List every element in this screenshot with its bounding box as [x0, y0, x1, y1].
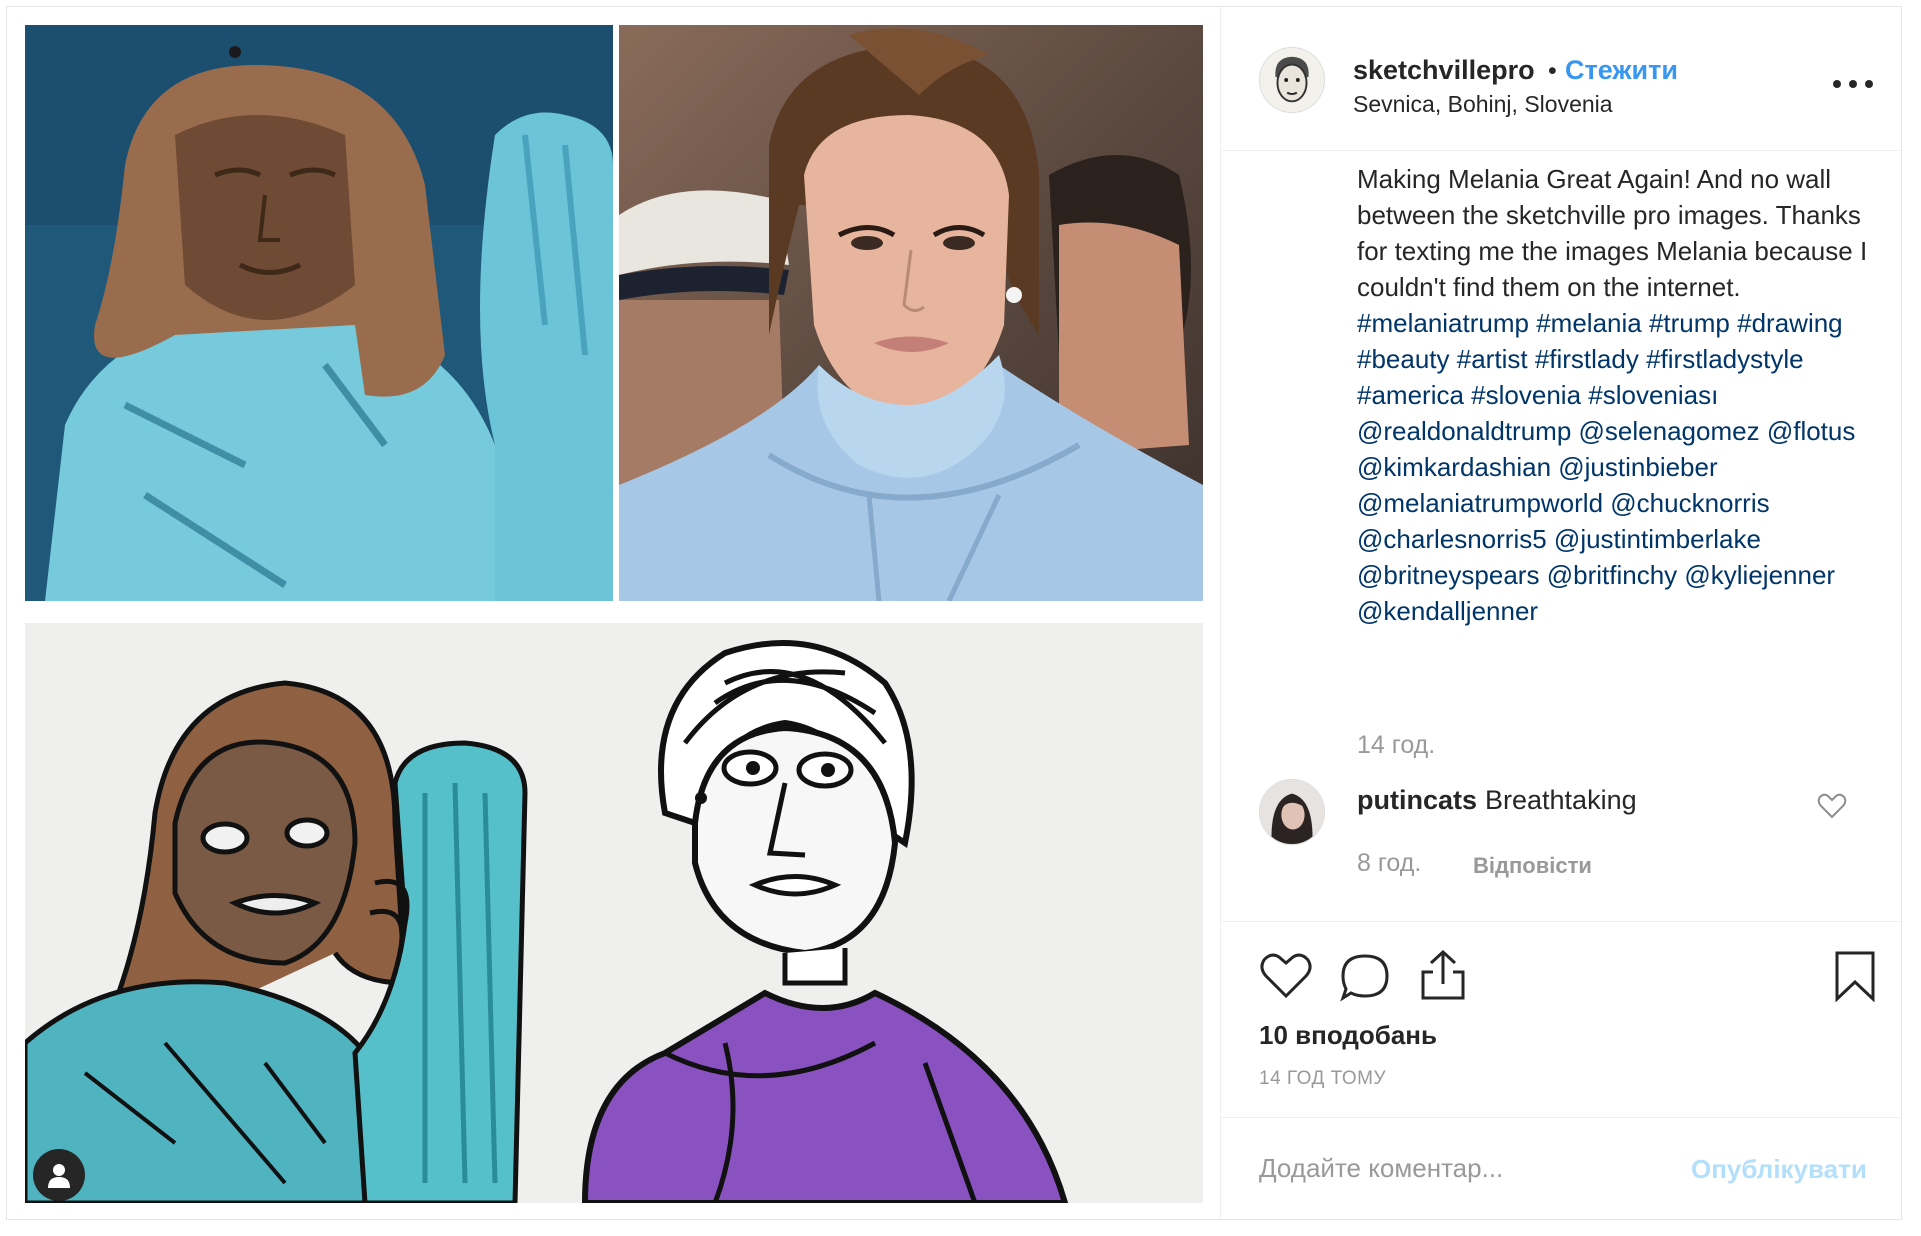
more-options-button[interactable] [1833, 77, 1873, 91]
wooden-statue-photo [25, 25, 613, 601]
caption-timestamp[interactable]: 14 год. [1357, 731, 1435, 760]
save-button[interactable] [1833, 950, 1877, 1002]
hashtag-link[interactable]: #slovenia [1471, 380, 1581, 410]
commenter-avatar[interactable] [1259, 779, 1325, 845]
hashtag-link[interactable]: #artist [1457, 344, 1528, 374]
user-silhouette-icon [48, 1164, 70, 1188]
caption-text: Making Melania Great Again! And no wall … [1357, 164, 1868, 302]
caption-hashtags: #melaniatrump #melania #trump #drawing #… [1357, 305, 1877, 629]
header-separator: • [1548, 57, 1557, 85]
hashtag-link[interactable]: #beauty [1357, 344, 1450, 374]
bookmark-icon [1835, 951, 1875, 1002]
mention-link[interactable]: @justintimberlake [1554, 524, 1761, 554]
follow-button[interactable]: Стежити [1565, 55, 1678, 86]
mention-link[interactable]: @britfinchy [1547, 560, 1677, 590]
hashtag-link[interactable]: #sloveniası [1588, 380, 1718, 410]
likes-count[interactable]: 10 вподобань [1259, 1020, 1437, 1051]
hashtag-link[interactable]: #melaniatrump [1357, 308, 1529, 338]
mention-link[interactable]: @kendalljenner [1357, 596, 1538, 626]
tagged-users-button[interactable] [33, 1149, 85, 1201]
speech-bubble-icon [1340, 954, 1389, 1002]
post-header: sketchvillepro • Стежити Sevnica, Bohinj… [1221, 7, 1901, 151]
post-actions: 10 вподобань 14 ГОД ТОМУ [1221, 921, 1901, 1117]
comment-button[interactable] [1339, 952, 1391, 1002]
ellipsis-icon [1833, 80, 1841, 88]
commenter-avatar-image [1260, 780, 1324, 844]
share-button[interactable] [1417, 948, 1469, 1002]
mention-link[interactable]: @charlesnorris5 [1357, 524, 1547, 554]
mention-link[interactable]: @chucknorris [1610, 488, 1769, 518]
author-avatar[interactable] [1259, 47, 1325, 113]
post-location[interactable]: Sevnica, Bohinj, Slovenia [1353, 91, 1613, 118]
heart-icon[interactable] [1817, 793, 1847, 819]
hashtag-link[interactable]: #firstladystyle [1646, 344, 1804, 374]
mention-link[interactable]: @selenagomez [1579, 416, 1760, 446]
share-upload-icon [1421, 949, 1465, 1000]
comment-timestamp[interactable]: 8 год. [1357, 849, 1421, 878]
instagram-post: sketchvillepro • Стежити Sevnica, Bohinj… [6, 6, 1902, 1220]
mention-link[interactable]: @kyliejenner [1684, 560, 1835, 590]
hashtag-link[interactable]: #firstlady [1535, 344, 1639, 374]
marker-drawing [25, 623, 1203, 1203]
hashtag-link[interactable]: #drawing [1737, 308, 1843, 338]
mention-link[interactable]: @justinbieber [1558, 452, 1717, 482]
mention-link[interactable]: @britneyspears [1357, 560, 1539, 590]
comment-text: Breathtaking [1485, 785, 1637, 815]
ellipsis-icon [1865, 80, 1873, 88]
like-button[interactable] [1259, 952, 1313, 1000]
mention-link[interactable]: @flotus [1767, 416, 1856, 446]
hashtag-link[interactable]: #trump [1649, 308, 1730, 338]
heart-icon [1260, 953, 1312, 999]
ellipsis-icon [1849, 80, 1857, 88]
add-comment-section: Опублікувати [1221, 1117, 1901, 1219]
reply-button[interactable]: Відповісти [1473, 853, 1592, 879]
comment-input[interactable] [1259, 1146, 1699, 1190]
sketch-portrait-avatar [1260, 48, 1324, 112]
mention-link[interactable]: @melaniatrumpworld [1357, 488, 1603, 518]
mention-link[interactable]: @kimkardashian [1357, 452, 1551, 482]
comment-username[interactable]: putincats [1357, 785, 1477, 816]
author-username[interactable]: sketchvillepro [1353, 55, 1535, 86]
post-caption: Making Melania Great Again! And no wall … [1357, 161, 1877, 629]
post-timestamp[interactable]: 14 ГОД ТОМУ [1259, 1068, 1386, 1090]
hashtag-link[interactable]: #america [1357, 380, 1464, 410]
publish-button[interactable]: Опублікувати [1691, 1154, 1867, 1185]
mention-link[interactable]: @realdonaldtrump [1357, 416, 1571, 446]
post-side-panel: sketchvillepro • Стежити Sevnica, Bohinj… [1221, 7, 1901, 1219]
post-media-collage[interactable] [7, 7, 1221, 1219]
hashtag-link[interactable]: #melania [1536, 308, 1642, 338]
woman-blue-coat-photo [619, 25, 1203, 601]
